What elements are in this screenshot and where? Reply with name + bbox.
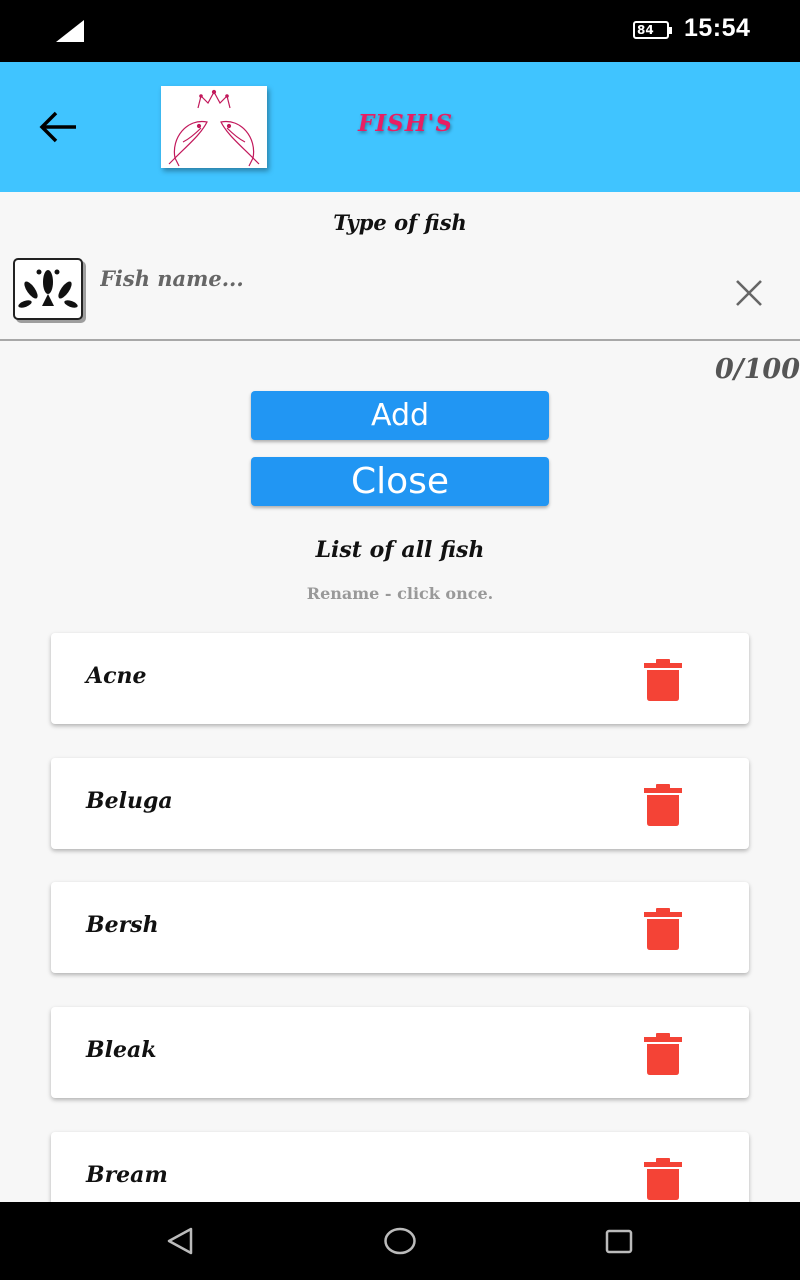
delete-icon[interactable] (643, 1158, 683, 1200)
type-of-fish-label: Type of fish (333, 210, 467, 235)
delete-icon[interactable] (643, 908, 683, 950)
list-item[interactable]: Acne (51, 633, 749, 724)
rename-hint: Rename - click once. (306, 584, 494, 603)
delete-icon[interactable] (643, 784, 683, 826)
list-item[interactable]: Bersh (51, 882, 749, 973)
fish-group-icon (18, 269, 78, 308)
list-item[interactable]: Beluga (51, 758, 749, 849)
fish-type-button[interactable] (13, 258, 83, 320)
status-clock: 15:54 (684, 14, 751, 42)
nav-recents-icon[interactable] (604, 1228, 634, 1256)
input-underline (0, 339, 800, 341)
delete-icon[interactable] (643, 659, 683, 701)
crown-fish-logo-icon (168, 89, 260, 167)
character-counter: 0/100 (714, 354, 800, 385)
fish-name[interactable]: Bersh (86, 912, 159, 938)
app-title: FISH'S (358, 110, 454, 137)
close-button[interactable]: Close (251, 457, 549, 506)
status-bar: 84 15:54 (0, 0, 800, 62)
add-button[interactable]: Add (251, 391, 549, 440)
fish-name[interactable]: Acne (86, 663, 146, 689)
app-logo (161, 86, 267, 168)
navigation-bar (0, 1202, 800, 1280)
delete-icon[interactable] (643, 1033, 683, 1075)
list-item[interactable]: Bleak (51, 1007, 749, 1098)
battery-icon: 84 (633, 21, 672, 39)
nav-back-icon[interactable] (165, 1226, 195, 1256)
nav-home-icon[interactable] (383, 1226, 417, 1256)
fish-name-input[interactable] (100, 258, 700, 298)
clear-icon[interactable] (733, 277, 765, 309)
fish-name[interactable]: Beluga (86, 788, 173, 814)
fish-name[interactable]: Bleak (86, 1037, 156, 1063)
signal-icon (56, 20, 84, 42)
fish-name[interactable]: Bream (86, 1162, 168, 1188)
app-bar: FISH'S (0, 62, 800, 192)
back-arrow-icon[interactable] (36, 107, 80, 147)
battery-level: 84 (637, 23, 654, 37)
list-title: List of all fish (315, 537, 485, 563)
